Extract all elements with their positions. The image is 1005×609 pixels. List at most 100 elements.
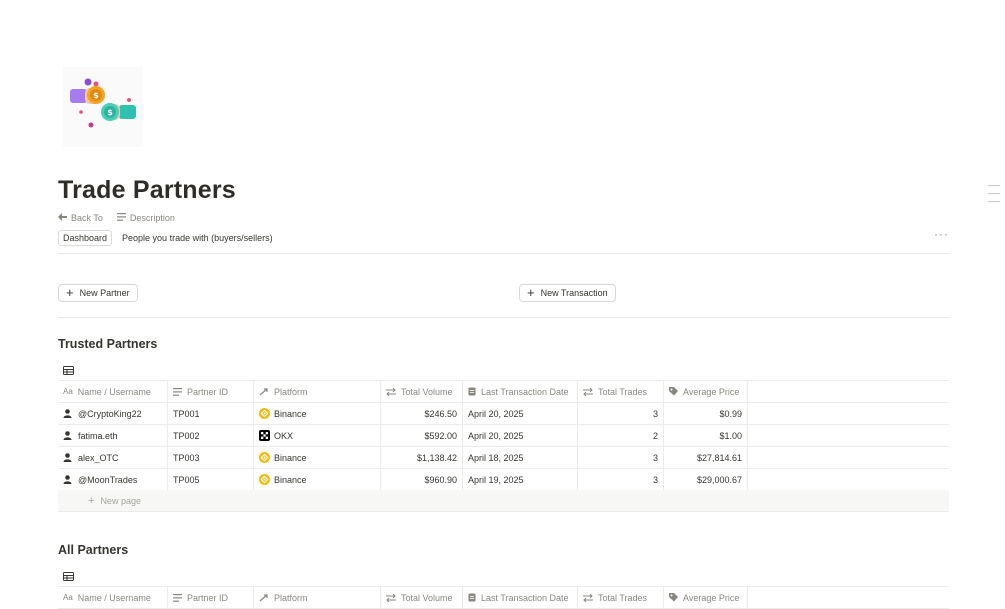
cell-total-trades[interactable]: 3: [578, 447, 664, 468]
plus-icon: +: [66, 285, 74, 300]
cell-average-price[interactable]: $0.99: [664, 403, 748, 424]
cell-name[interactable]: @CryptoKing22: [58, 403, 168, 424]
person-icon: [63, 431, 72, 440]
text-aa-icon: Aa: [63, 387, 73, 396]
cell-name[interactable]: alex_OTC: [58, 447, 168, 468]
column-label: Name / Username: [77, 386, 151, 397]
more-options-icon[interactable]: ···: [934, 227, 949, 241]
arrow-left-icon: [58, 213, 67, 223]
cell-partner-id[interactable]: TP003: [168, 447, 254, 468]
table-view-icon[interactable]: [63, 568, 74, 581]
cell-partner-id[interactable]: TP005: [168, 469, 254, 490]
cell-average-price[interactable]: $27,814.61: [664, 447, 748, 468]
cell-platform[interactable]: Binance: [254, 469, 381, 490]
property-description[interactable]: Description: [116, 213, 175, 223]
cell-total-volume[interactable]: $246.50: [381, 403, 463, 424]
svg-text:$: $: [107, 108, 113, 117]
cell-spacer: [748, 403, 949, 424]
cell-last-date[interactable]: April 19, 2025: [463, 469, 578, 490]
cell-platform[interactable]: Binance: [254, 447, 381, 468]
column-header-name[interactable]: Aa Name / Username: [58, 381, 168, 402]
person-icon: [63, 409, 72, 418]
column-header-total-volume[interactable]: Total Volume: [381, 381, 463, 402]
page-title: Trade Partners: [58, 176, 236, 204]
lines-icon: [173, 387, 182, 396]
new-transaction-button[interactable]: + New Transaction: [519, 284, 616, 302]
column-label: Total Trades: [598, 386, 648, 397]
cell-platform[interactable]: Binance: [254, 403, 381, 424]
cell-average-price[interactable]: $1.00: [664, 425, 748, 446]
property-description-label: Description: [129, 213, 175, 223]
cell-average-price[interactable]: $29,000.67: [664, 469, 748, 490]
cell-name[interactable]: @MoonTrades: [58, 469, 168, 490]
cell-spacer: [748, 447, 949, 468]
partner-name: @CryptoKing22: [78, 408, 142, 419]
lines-icon: [116, 213, 126, 223]
cell-total-volume[interactable]: $1,138.42: [381, 447, 463, 468]
relation-arrows-icon: [259, 387, 269, 396]
binance-icon: [259, 452, 270, 463]
column-header-platform[interactable]: Platform: [254, 381, 381, 402]
platform-name: OKX: [274, 430, 294, 441]
column-label: Total Volume: [401, 386, 453, 397]
divider: [58, 317, 949, 318]
cell-spacer: [748, 469, 949, 490]
cell-partner-id[interactable]: TP001: [168, 403, 254, 424]
person-icon: [63, 453, 72, 462]
column-header-partner-id[interactable]: Partner ID: [168, 381, 254, 402]
description-value[interactable]: People you trade with (buyers/sellers): [122, 233, 273, 243]
all-partners-title: All Partners: [58, 543, 129, 557]
dashboard-link[interactable]: Dashboard: [58, 230, 113, 246]
cell-spacer: [748, 425, 949, 446]
cell-last-date[interactable]: April 20, 2025: [463, 425, 578, 446]
handshake-crypto-icon[interactable]: $ $: [63, 67, 143, 147]
cell-name[interactable]: fatima.eth: [58, 425, 168, 446]
cell-total-trades[interactable]: 2: [578, 425, 664, 446]
rollup-arrows-icon: [386, 387, 396, 396]
cell-total-volume[interactable]: $592.00: [381, 425, 463, 446]
column-label: Average Price: [683, 386, 740, 397]
property-back-to-label: Back To: [71, 213, 103, 223]
trusted-partners-title: Trusted Partners: [58, 337, 158, 351]
column-header-total-trades[interactable]: Total Trades: [578, 381, 664, 402]
new-partner-button[interactable]: + New Partner: [58, 284, 138, 302]
new-page-label: New page: [100, 495, 141, 506]
tag-icon: [669, 387, 678, 396]
divider: [58, 253, 949, 254]
partner-name: @MoonTrades: [78, 474, 138, 485]
table-row[interactable]: fatima.eth TP002 OKX $592.00 April 20, 2…: [58, 424, 949, 446]
cell-last-date[interactable]: April 18, 2025: [463, 447, 578, 468]
column-header-spacer: [748, 381, 949, 402]
outline-indicator[interactable]: [988, 185, 1000, 209]
okx-icon: [259, 430, 270, 441]
cell-partner-id[interactable]: TP002: [168, 425, 254, 446]
property-labels: Back To Description: [58, 213, 175, 223]
trusted-partners-table: Aa Name / Username Partner ID Platform To…: [58, 380, 949, 512]
plus-icon: +: [527, 285, 535, 300]
partner-name: fatima.eth: [78, 430, 118, 441]
binance-icon: [259, 408, 270, 419]
column-label: Partner ID: [187, 386, 229, 397]
svg-text:$: $: [93, 91, 99, 100]
person-icon: [63, 475, 72, 484]
cell-total-trades[interactable]: 3: [578, 469, 664, 490]
cell-total-volume[interactable]: $960.90: [381, 469, 463, 490]
table-row[interactable]: @CryptoKing22 TP001 Binance $246.50 Apri…: [58, 402, 949, 424]
partner-name: alex_OTC: [78, 452, 119, 463]
cell-last-date[interactable]: April 20, 2025: [463, 403, 578, 424]
platform-name: Binance: [274, 452, 307, 463]
table-view-icon[interactable]: [63, 362, 74, 375]
platform-name: Binance: [274, 474, 307, 485]
column-header-average-price[interactable]: Average Price: [664, 381, 748, 402]
platform-name: Binance: [274, 408, 307, 419]
rollup-arrows-icon: [583, 387, 593, 396]
doc-icon: [468, 387, 476, 396]
table-row[interactable]: alex_OTC TP003 Binance $1,138.42 April 1…: [58, 446, 949, 468]
binance-icon: [259, 474, 270, 485]
property-back-to[interactable]: Back To: [58, 213, 103, 223]
new-page-button[interactable]: + New page: [58, 490, 949, 512]
table-row[interactable]: @MoonTrades TP005 Binance $960.90 April …: [58, 468, 949, 490]
cell-platform[interactable]: OKX: [254, 425, 381, 446]
cell-total-trades[interactable]: 3: [578, 403, 664, 424]
column-header-last-date[interactable]: Last Transaction Date: [463, 381, 578, 402]
